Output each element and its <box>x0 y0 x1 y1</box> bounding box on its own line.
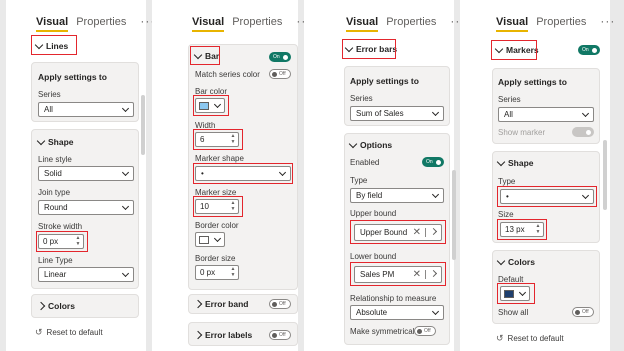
match-series-toggle[interactable]: Off <box>269 69 291 79</box>
marker-shape-label: Marker shape <box>195 154 244 163</box>
tab-properties[interactable]: Properties <box>232 16 282 28</box>
apply-settings-title: Apply settings to <box>350 76 419 86</box>
shape-header[interactable]: Shape <box>36 136 74 147</box>
border-size-label: Border size <box>195 254 236 263</box>
scrollbar[interactable] <box>603 140 607 210</box>
chevron-down-icon <box>348 139 358 148</box>
series-label: Series <box>38 90 61 99</box>
highlight-box <box>342 39 396 59</box>
chevron-down-icon <box>213 234 222 243</box>
options-header[interactable]: Options <box>348 139 392 150</box>
highlight-box <box>190 46 220 65</box>
lower-bound-label: Lower bound <box>350 252 397 261</box>
enabled-toggle[interactable]: On <box>422 157 444 167</box>
line-type-label: Line Type <box>38 256 73 265</box>
chevron-right-icon <box>193 330 203 340</box>
show-marker-toggle <box>572 127 594 137</box>
highlight-box <box>193 163 293 184</box>
panel-gutter <box>298 0 304 351</box>
error-labels-toggle[interactable]: Off <box>269 330 291 340</box>
panel-gutter <box>0 0 6 351</box>
tab-visual[interactable]: Visual <box>346 16 379 32</box>
bar-toggle[interactable]: On <box>269 52 291 62</box>
border-size-stepper[interactable]: 0 px ▲ ▼ <box>195 265 239 280</box>
error-band-header[interactable]: Error band <box>193 299 248 309</box>
highlight-box <box>497 283 535 304</box>
highlight-box <box>193 95 229 116</box>
reset-icon: ↺ <box>35 327 43 337</box>
upper-bound-label: Upper bound <box>350 209 397 218</box>
shape-header[interactable]: Shape <box>496 157 534 168</box>
highlight-box <box>350 220 446 244</box>
markers-toggle[interactable]: On <box>578 45 600 55</box>
match-series-label: Match series color <box>195 70 260 79</box>
show-all-toggle[interactable]: Off <box>572 307 594 317</box>
colors-header[interactable]: Colors <box>496 256 535 267</box>
size-label: Size <box>498 210 514 219</box>
type-dropdown[interactable]: By field <box>350 188 444 203</box>
symmetric-label: Make symmetrical <box>350 327 415 336</box>
border-color-picker[interactable] <box>195 232 225 247</box>
stroke-width-label: Stroke width <box>38 222 83 231</box>
symmetric-toggle[interactable]: Off <box>414 326 436 336</box>
join-type-dropdown[interactable]: Round <box>38 200 134 215</box>
type-label: Type <box>350 176 368 185</box>
series-dropdown[interactable]: All <box>38 102 134 117</box>
chevron-right-icon <box>36 301 46 311</box>
line-style-label: Line style <box>38 155 72 164</box>
tab-properties[interactable]: Properties <box>386 16 436 28</box>
tab-properties[interactable]: Properties <box>76 16 126 28</box>
chevron-down-icon <box>496 157 506 166</box>
panel-error-bars: Visual Properties ··· Error bars Apply s… <box>306 0 464 351</box>
colors-header[interactable]: Colors <box>36 301 75 311</box>
chevron-down-icon <box>36 136 46 145</box>
border-color-label: Border color <box>195 221 239 230</box>
enabled-label: Enabled <box>350 158 380 167</box>
reset-icon: ↺ <box>496 333 504 343</box>
series-dropdown[interactable]: Sum of Sales <box>350 106 444 121</box>
highlight-box <box>497 186 597 207</box>
relationship-label: Relationship to measure <box>350 294 437 303</box>
highlight-box <box>350 262 446 286</box>
reset-to-default[interactable]: ↺ Reset to default <box>496 333 564 344</box>
chevron-right-icon <box>193 299 203 309</box>
scrollbar[interactable] <box>452 170 456 260</box>
relationship-dropdown[interactable]: Absolute <box>350 305 444 320</box>
join-type-label: Join type <box>38 188 71 197</box>
caret-down-icon[interactable]: ▼ <box>230 273 236 278</box>
apply-settings-title: Apply settings to <box>498 77 567 87</box>
line-type-dropdown[interactable]: Linear <box>38 267 134 282</box>
error-labels-header[interactable]: Error labels <box>193 330 252 340</box>
highlight-box <box>497 219 547 240</box>
chevron-down-icon <box>496 256 506 265</box>
panel-lines: Visual Properties ··· Lines Apply settin… <box>0 0 154 351</box>
type-label: Type <box>498 177 516 186</box>
reset-to-default[interactable]: ↺ Reset to default <box>35 327 103 338</box>
show-all-label: Show all <box>498 308 529 317</box>
highlight-box <box>491 40 537 60</box>
highlight-box <box>193 129 243 150</box>
series-label: Series <box>498 95 521 104</box>
show-marker-label: Show marker <box>498 128 546 137</box>
error-band-toggle[interactable]: Off <box>269 299 291 309</box>
more-options-icon[interactable]: ··· <box>600 14 615 28</box>
apply-settings-title: Apply settings to <box>38 72 107 82</box>
highlight-box <box>193 196 243 217</box>
color-swatch <box>199 236 209 244</box>
panel-gutter <box>610 0 624 351</box>
tab-properties[interactable]: Properties <box>536 16 586 28</box>
tab-visual[interactable]: Visual <box>36 16 69 32</box>
highlight-box <box>36 231 88 252</box>
panel-bar: Visual Properties ··· Bar On Match serie… <box>152 0 310 351</box>
tab-visual[interactable]: Visual <box>496 16 529 32</box>
line-style-dropdown[interactable]: Solid <box>38 166 134 181</box>
scrollbar[interactable] <box>141 95 145 155</box>
highlight-box <box>31 35 77 55</box>
series-dropdown[interactable]: All <box>498 107 594 122</box>
panel-markers: Visual Properties ··· Markers On Apply s… <box>460 0 624 351</box>
series-label: Series <box>350 94 373 103</box>
tab-visual[interactable]: Visual <box>192 16 225 32</box>
